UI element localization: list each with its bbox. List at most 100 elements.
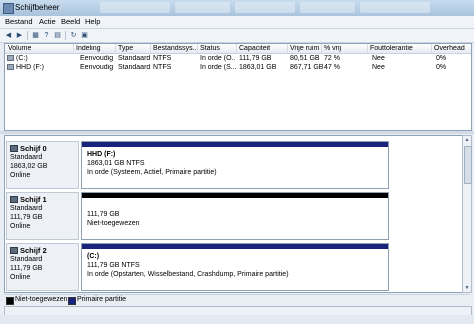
partition-block[interactable]: (C:) 111,79 GB NTFS In orde (Opstarten, … xyxy=(81,243,389,291)
toolbar-separator xyxy=(65,31,66,40)
disk-name: Schijf 0 xyxy=(10,144,47,153)
fault-tolerance-cell: Nee xyxy=(372,55,385,62)
column-divider[interactable] xyxy=(321,44,322,53)
disk-management-icon xyxy=(3,3,14,14)
column-divider[interactable] xyxy=(367,44,368,53)
column-header-vrije-ruimte[interactable]: Vrije ruim... xyxy=(290,45,320,52)
partition-size: 1863,01 GB NTFS xyxy=(87,160,145,167)
back-arrow-icon[interactable]: ◀ xyxy=(4,31,13,40)
primary-swatch xyxy=(68,297,76,305)
disk-status: Online xyxy=(10,274,31,281)
partition-size: 111,79 GB xyxy=(87,211,120,218)
percent-free-cell: 47 % xyxy=(324,64,340,71)
filesystem-cell: NTFS xyxy=(153,64,172,71)
menu-help[interactable]: Help xyxy=(83,17,102,26)
column-divider[interactable] xyxy=(73,44,74,53)
disk-label: Schijf 1 xyxy=(20,195,47,204)
disk-1: Schijf 1 Standaard 111,79 GB Online 111,… xyxy=(5,190,464,240)
filesystem-cell: NTFS xyxy=(153,55,172,62)
disk-icon xyxy=(10,247,18,254)
column-header-type[interactable]: Type xyxy=(118,45,150,52)
volume-name: (C:) xyxy=(16,55,28,62)
fault-tolerance-cell: Nee xyxy=(372,64,385,71)
disk-icon xyxy=(10,145,18,152)
window-title: Schijfbeheer xyxy=(15,3,60,12)
column-header-fouttolerantie[interactable]: Fouttolerantie xyxy=(370,45,432,52)
partition-name: HHD (F:) xyxy=(87,151,116,158)
disk-label: Schijf 2 xyxy=(20,246,47,255)
refresh-icon[interactable]: ↻ xyxy=(69,31,78,40)
disk-2: Schijf 2 Standaard 111,79 GB Online (C:)… xyxy=(5,241,464,291)
legend-primary: Primaire partitie xyxy=(77,296,127,303)
column-divider[interactable] xyxy=(115,44,116,53)
help-icon[interactable]: ? xyxy=(42,31,51,40)
pane-splitter[interactable] xyxy=(0,131,474,134)
disk-info-block[interactable]: Schijf 0 Standaard 1863,02 GB Online xyxy=(6,141,79,189)
volume-icon xyxy=(7,55,14,62)
disk-management-window: Schijfbeheer Bestand Actie Beeld Help ◀ … xyxy=(0,0,474,324)
vertical-scrollbar[interactable]: ▲ ▼ xyxy=(462,135,472,293)
disk-size: 111,79 GB xyxy=(10,214,43,221)
type-cell: Standaard xyxy=(118,55,151,62)
column-header-bestandssysteem[interactable]: Bestandssys... xyxy=(153,45,196,52)
partition-type-bar xyxy=(82,244,388,249)
menu-beeld[interactable]: Beeld xyxy=(59,17,82,26)
status-cell: In orde (S... xyxy=(200,64,236,71)
disk-label: Schijf 0 xyxy=(20,144,47,153)
column-header-volume[interactable]: Volume xyxy=(8,45,70,52)
menu-bar: Bestand Actie Beeld Help xyxy=(0,16,474,29)
volume-row-f[interactable]: HHD (F:) Eenvoudig Standaard NTFS In ord… xyxy=(5,63,471,72)
help-topics-icon[interactable]: ▣ xyxy=(80,31,89,40)
partition-type-bar xyxy=(82,193,388,198)
scroll-up-icon[interactable]: ▲ xyxy=(463,136,471,144)
status-bar xyxy=(0,315,474,324)
layout-cell: Eenvoudig xyxy=(80,64,114,71)
free-space-cell: 867,71 GB xyxy=(290,64,324,71)
forward-arrow-icon[interactable]: ▶ xyxy=(15,31,24,40)
column-header-indeling[interactable]: Indeling xyxy=(76,45,114,52)
layout-cell: Eenvoudig xyxy=(80,55,114,62)
column-header-overhead[interactable]: Overhead xyxy=(434,45,470,52)
disk-info-block[interactable]: Schijf 2 Standaard 111,79 GB Online xyxy=(6,243,79,291)
menu-actie[interactable]: Actie xyxy=(37,17,58,26)
column-header-status[interactable]: Status xyxy=(200,45,236,52)
scroll-thumb[interactable] xyxy=(464,146,472,184)
column-header-capaciteit[interactable]: Capaciteit xyxy=(239,45,287,52)
column-divider[interactable] xyxy=(431,44,432,53)
scroll-down-icon[interactable]: ▼ xyxy=(463,284,471,292)
toolbar: ◀ ▶ ▦ ? ▤ ↻ ▣ xyxy=(0,29,474,43)
disk-type: Standaard xyxy=(10,205,43,212)
partition-name: (C:) xyxy=(87,253,100,260)
volume-name-cell: (C:) xyxy=(7,55,71,62)
background-tab xyxy=(100,2,170,13)
properties-icon[interactable]: ▤ xyxy=(53,31,62,40)
disk-status: Online xyxy=(10,172,31,179)
column-divider[interactable] xyxy=(236,44,237,53)
disk-info-block[interactable]: Schijf 1 Standaard 111,79 GB Online xyxy=(6,192,79,240)
percent-free-cell: 72 % xyxy=(324,55,340,62)
disk-status: Online xyxy=(10,223,31,230)
status-cell: In orde (O... xyxy=(200,55,236,62)
overhead-cell: 0% xyxy=(436,64,447,71)
column-divider[interactable] xyxy=(150,44,151,53)
disk-0: Schijf 0 Standaard 1863,02 GB Online HHD… xyxy=(5,139,464,189)
toolbar-separator xyxy=(27,31,28,40)
column-divider[interactable] xyxy=(287,44,288,53)
type-cell: Standaard xyxy=(118,64,151,71)
partition-block[interactable]: 111,79 GB Niet-toegewezen xyxy=(81,192,389,240)
disk-type: Standaard xyxy=(10,154,43,161)
column-header-percent-vrij[interactable]: % vrij xyxy=(324,45,344,52)
volume-row-c[interactable]: (C:) Eenvoudig Standaard NTFS In orde (O… xyxy=(5,54,471,63)
console-tree-icon[interactable]: ▦ xyxy=(31,31,40,40)
legend: Niet-toegewezen Primaire partitie xyxy=(4,294,470,306)
partition-type-bar xyxy=(82,142,388,147)
disk-name: Schijf 1 xyxy=(10,195,47,204)
title-bar[interactable]: Schijfbeheer xyxy=(0,0,474,17)
partition-block[interactable]: HHD (F:) 1863,01 GB NTFS In orde (Systee… xyxy=(81,141,389,189)
background-tab xyxy=(300,2,355,13)
background-tab xyxy=(360,2,430,13)
column-divider[interactable] xyxy=(197,44,198,53)
menu-bestand[interactable]: Bestand xyxy=(3,17,35,26)
capacity-cell: 111,79 GB xyxy=(239,55,272,62)
background-tab xyxy=(175,2,230,13)
